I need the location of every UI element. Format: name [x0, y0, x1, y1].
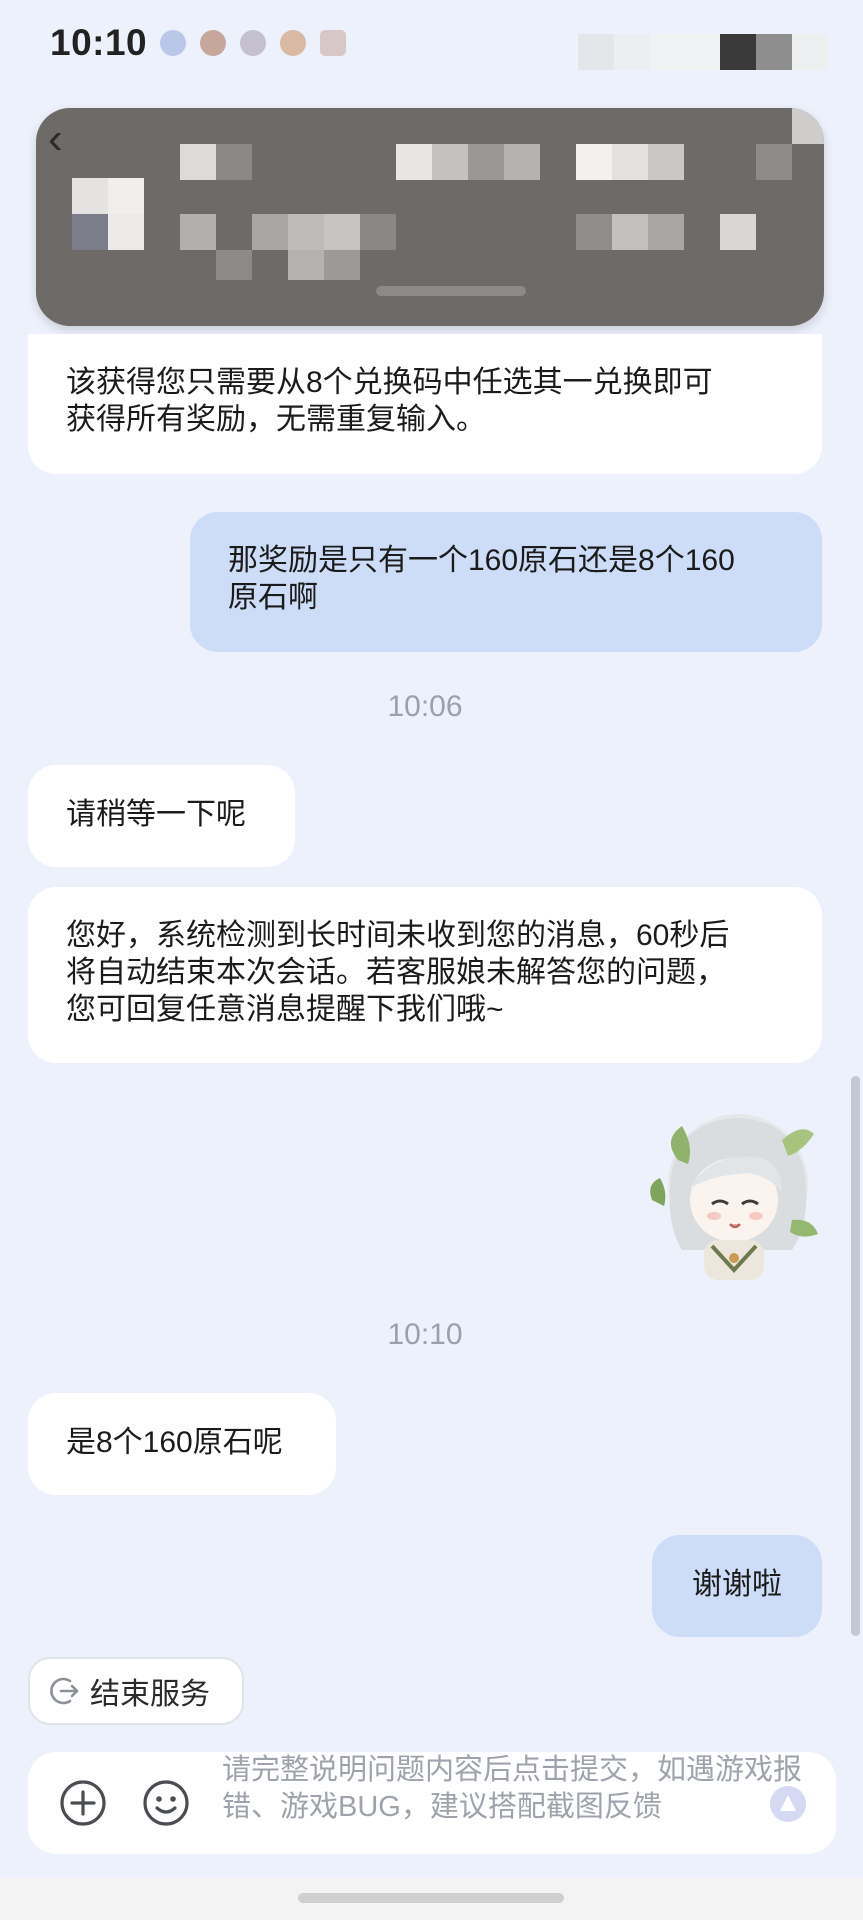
mosaic-block	[792, 108, 824, 144]
mosaic-block	[504, 144, 540, 180]
status-indicators	[578, 34, 828, 70]
mosaic-block	[360, 214, 396, 250]
end-service-label: 结束服务	[90, 1678, 210, 1711]
message-input-bar: 请完整说明问题内容后点击提交，如遇游戏报错、游戏BUG，建议搭配截图反馈	[28, 1752, 836, 1854]
notification-app-icon	[320, 30, 346, 56]
mosaic-block	[648, 214, 684, 250]
mosaic-block	[612, 214, 648, 250]
end-service-button[interactable]: 结束服务	[28, 1657, 244, 1725]
agent-message: 是8个160原石呢	[28, 1393, 336, 1495]
mosaic-block	[72, 214, 108, 250]
status-blur	[792, 34, 828, 70]
mosaic-block	[216, 250, 252, 280]
mosaic-block	[216, 144, 252, 180]
mosaic-block	[576, 144, 612, 180]
mosaic-block	[324, 214, 360, 250]
mosaic-block	[288, 250, 324, 280]
mosaic-block	[432, 144, 468, 180]
notification-app-icon	[240, 30, 266, 56]
mosaic-block	[720, 214, 756, 250]
agent-message: 请稍等一下呢	[28, 765, 295, 867]
mosaic-block	[180, 144, 216, 180]
agent-message: 您好，系统检测到长时间未收到您的消息，60秒后 将自动结束本次会话。若客服娘未解…	[28, 887, 822, 1063]
notification-icons	[160, 30, 346, 56]
emoji-icon[interactable]	[141, 1778, 191, 1828]
status-bar: 10:10	[0, 0, 863, 90]
mosaic-block	[108, 214, 144, 250]
drag-handle[interactable]	[376, 286, 526, 296]
mosaic-block	[252, 214, 288, 250]
user-message: 谢谢啦	[652, 1535, 822, 1637]
mosaic-block	[756, 144, 792, 180]
mosaic-block	[576, 214, 612, 250]
mosaic-block	[396, 144, 432, 180]
message-timestamp: 10:10	[387, 1318, 463, 1351]
mosaic-block	[72, 178, 108, 214]
send-icon[interactable]	[770, 1786, 806, 1822]
notification-app-icon	[200, 30, 226, 56]
notification-app-icon	[280, 30, 306, 56]
signal-icon	[578, 34, 614, 70]
notification-app-icon	[160, 30, 186, 56]
mosaic-block	[468, 144, 504, 180]
battery-icon	[720, 34, 756, 70]
message-input-placeholder[interactable]: 请完整说明问题内容后点击提交，如遇游戏报错、游戏BUG，建议搭配截图反馈	[222, 1752, 802, 1826]
agent-message: 该获得您只需要从8个兑换码中任选其一兑换即可 获得所有奖励，无需重复输入。	[28, 334, 822, 474]
wifi-icon	[614, 34, 650, 70]
mosaic-block	[324, 250, 360, 280]
mosaic-block	[648, 144, 684, 180]
battery-level	[756, 34, 792, 70]
scrollbar[interactable]	[851, 1076, 860, 1636]
chibi-sticker-image[interactable]	[642, 1100, 824, 1290]
home-indicator[interactable]	[298, 1893, 564, 1903]
plus-circle-icon[interactable]	[58, 1778, 108, 1828]
pixelated-header-overlay: ‹	[36, 108, 824, 326]
exit-icon	[50, 1677, 79, 1705]
back-arrow-icon[interactable]: ‹	[48, 114, 63, 164]
message-timestamp: 10:06	[387, 690, 463, 723]
status-blur	[650, 34, 720, 70]
mosaic-block	[108, 178, 144, 214]
mosaic-block	[288, 214, 324, 250]
status-time: 10:10	[50, 22, 148, 63]
user-message: 那奖励是只有一个160原石还是8个160 原石啊	[190, 512, 822, 652]
mosaic-block	[612, 144, 648, 180]
mosaic-block	[180, 214, 216, 250]
